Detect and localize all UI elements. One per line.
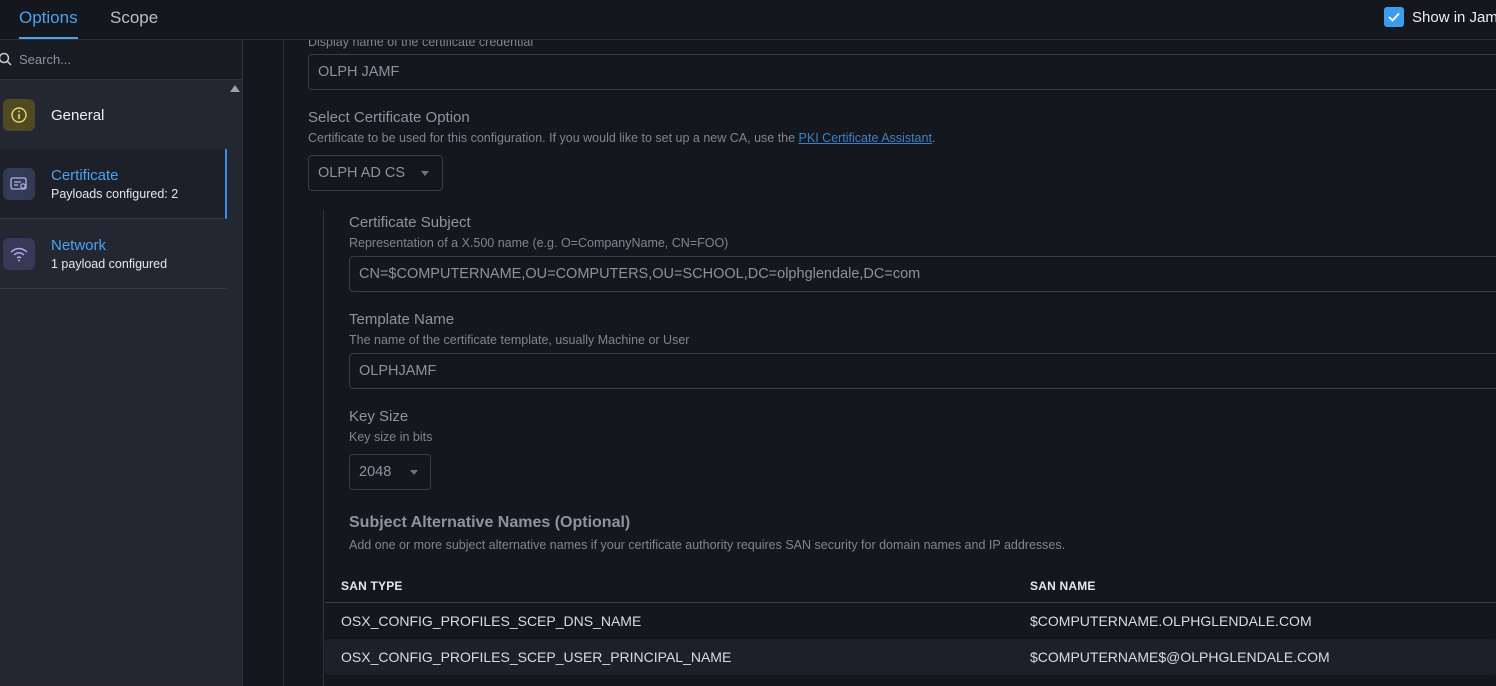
sidebar-item-subtitle: 1 payload configured [51, 257, 168, 271]
display-name-input[interactable]: OLPH JAMF [308, 54, 1496, 90]
top-bar: Options Scope Show in Jam [0, 0, 1496, 40]
chevron-down-icon [410, 470, 418, 475]
san-name-cell: $COMPUTERNAME$@OLPHGLENDALE.COM [1030, 649, 1330, 665]
sidebar-item-general[interactable]: General [0, 80, 227, 150]
cert-option-select[interactable]: OLPH AD CS [308, 155, 443, 191]
subject-label: Certificate Subject [349, 214, 471, 231]
subject-input[interactable]: CN=$COMPUTERNAME,OU=COMPUTERS,OU=SCHOOL,… [349, 256, 1496, 292]
key-size-value: 2048 [359, 464, 392, 480]
san-name-header: SAN NAME [1030, 579, 1096, 593]
sidebar-item-subtitle: Payloads configured: 2 [51, 187, 179, 201]
search-icon [0, 52, 12, 66]
table-row[interactable]: OSX_CONFIG_PROFILES_SCEP_USER_PRINCIPAL_… [325, 639, 1496, 675]
san-type-cell: OSX_CONFIG_PROFILES_SCEP_USER_PRINCIPAL_… [341, 649, 732, 665]
sidebar-item-label: Network [51, 237, 107, 254]
nested-section-line [323, 210, 324, 686]
show-in-checkbox[interactable] [1384, 7, 1404, 27]
display-name-description: Display name of the certificate credenti… [308, 40, 534, 49]
sidebar-item-label: General [51, 107, 105, 124]
certificate-icon [3, 168, 35, 200]
info-icon [3, 99, 35, 131]
cert-option-description-text: Certificate to be used for this configur… [308, 131, 799, 145]
san-type-cell: OSX_CONFIG_PROFILES_SCEP_DNS_NAME [341, 613, 642, 629]
wifi-icon [3, 238, 35, 270]
key-size-label: Key Size [349, 408, 409, 425]
search-input[interactable]: Search... [19, 52, 71, 67]
show-in-label: Show in Jam [1412, 8, 1496, 26]
sidebar-item-certificate[interactable]: Certificate Payloads configured: 2 [0, 149, 227, 219]
show-in-toggle[interactable]: Show in Jam [1384, 7, 1496, 27]
san-description: Add one or more subject alternative name… [349, 538, 1066, 552]
table-row[interactable]: OSX_CONFIG_PROFILES_SCEP_DNS_NAME $COMPU… [325, 603, 1496, 639]
cert-option-value: OLPH AD CS [318, 165, 406, 181]
section-divider [283, 40, 284, 686]
main-content: Display name of the certificate credenti… [243, 40, 1496, 686]
tab-options[interactable]: Options [19, 0, 78, 39]
checkmark-icon [1388, 12, 1400, 22]
san-name-cell: $COMPUTERNAME.OLPHGLENDALE.COM [1030, 613, 1312, 629]
chevron-down-icon [421, 171, 429, 176]
key-size-description: Key size in bits [349, 430, 433, 444]
san-type-header: SAN TYPE [341, 579, 403, 593]
template-input[interactable]: OLPHJAMF [349, 353, 1496, 389]
subject-description: Representation of a X.500 name (e.g. O=C… [349, 236, 729, 250]
cert-option-description-end: . [931, 131, 936, 145]
tab-scope[interactable]: Scope [110, 0, 158, 39]
template-label: Template Name [349, 311, 455, 328]
cert-option-label: Select Certificate Option [308, 109, 470, 126]
key-size-select[interactable]: 2048 [349, 454, 431, 490]
sidebar: Search... General Certificate Payloads c… [0, 40, 243, 686]
scroll-up-arrow[interactable] [230, 85, 240, 92]
sidebar-item-network[interactable]: Network 1 payload configured [0, 219, 227, 289]
sidebar-item-label: Certificate [51, 167, 119, 184]
template-description: The name of the certificate template, us… [349, 333, 690, 347]
san-heading: Subject Alternative Names (Optional) [349, 514, 631, 531]
cert-option-description: Certificate to be used for this configur… [308, 131, 935, 145]
pki-certificate-assistant-link[interactable]: PKI Certificate Assistant [799, 131, 932, 145]
search-box[interactable]: Search... [0, 40, 242, 80]
